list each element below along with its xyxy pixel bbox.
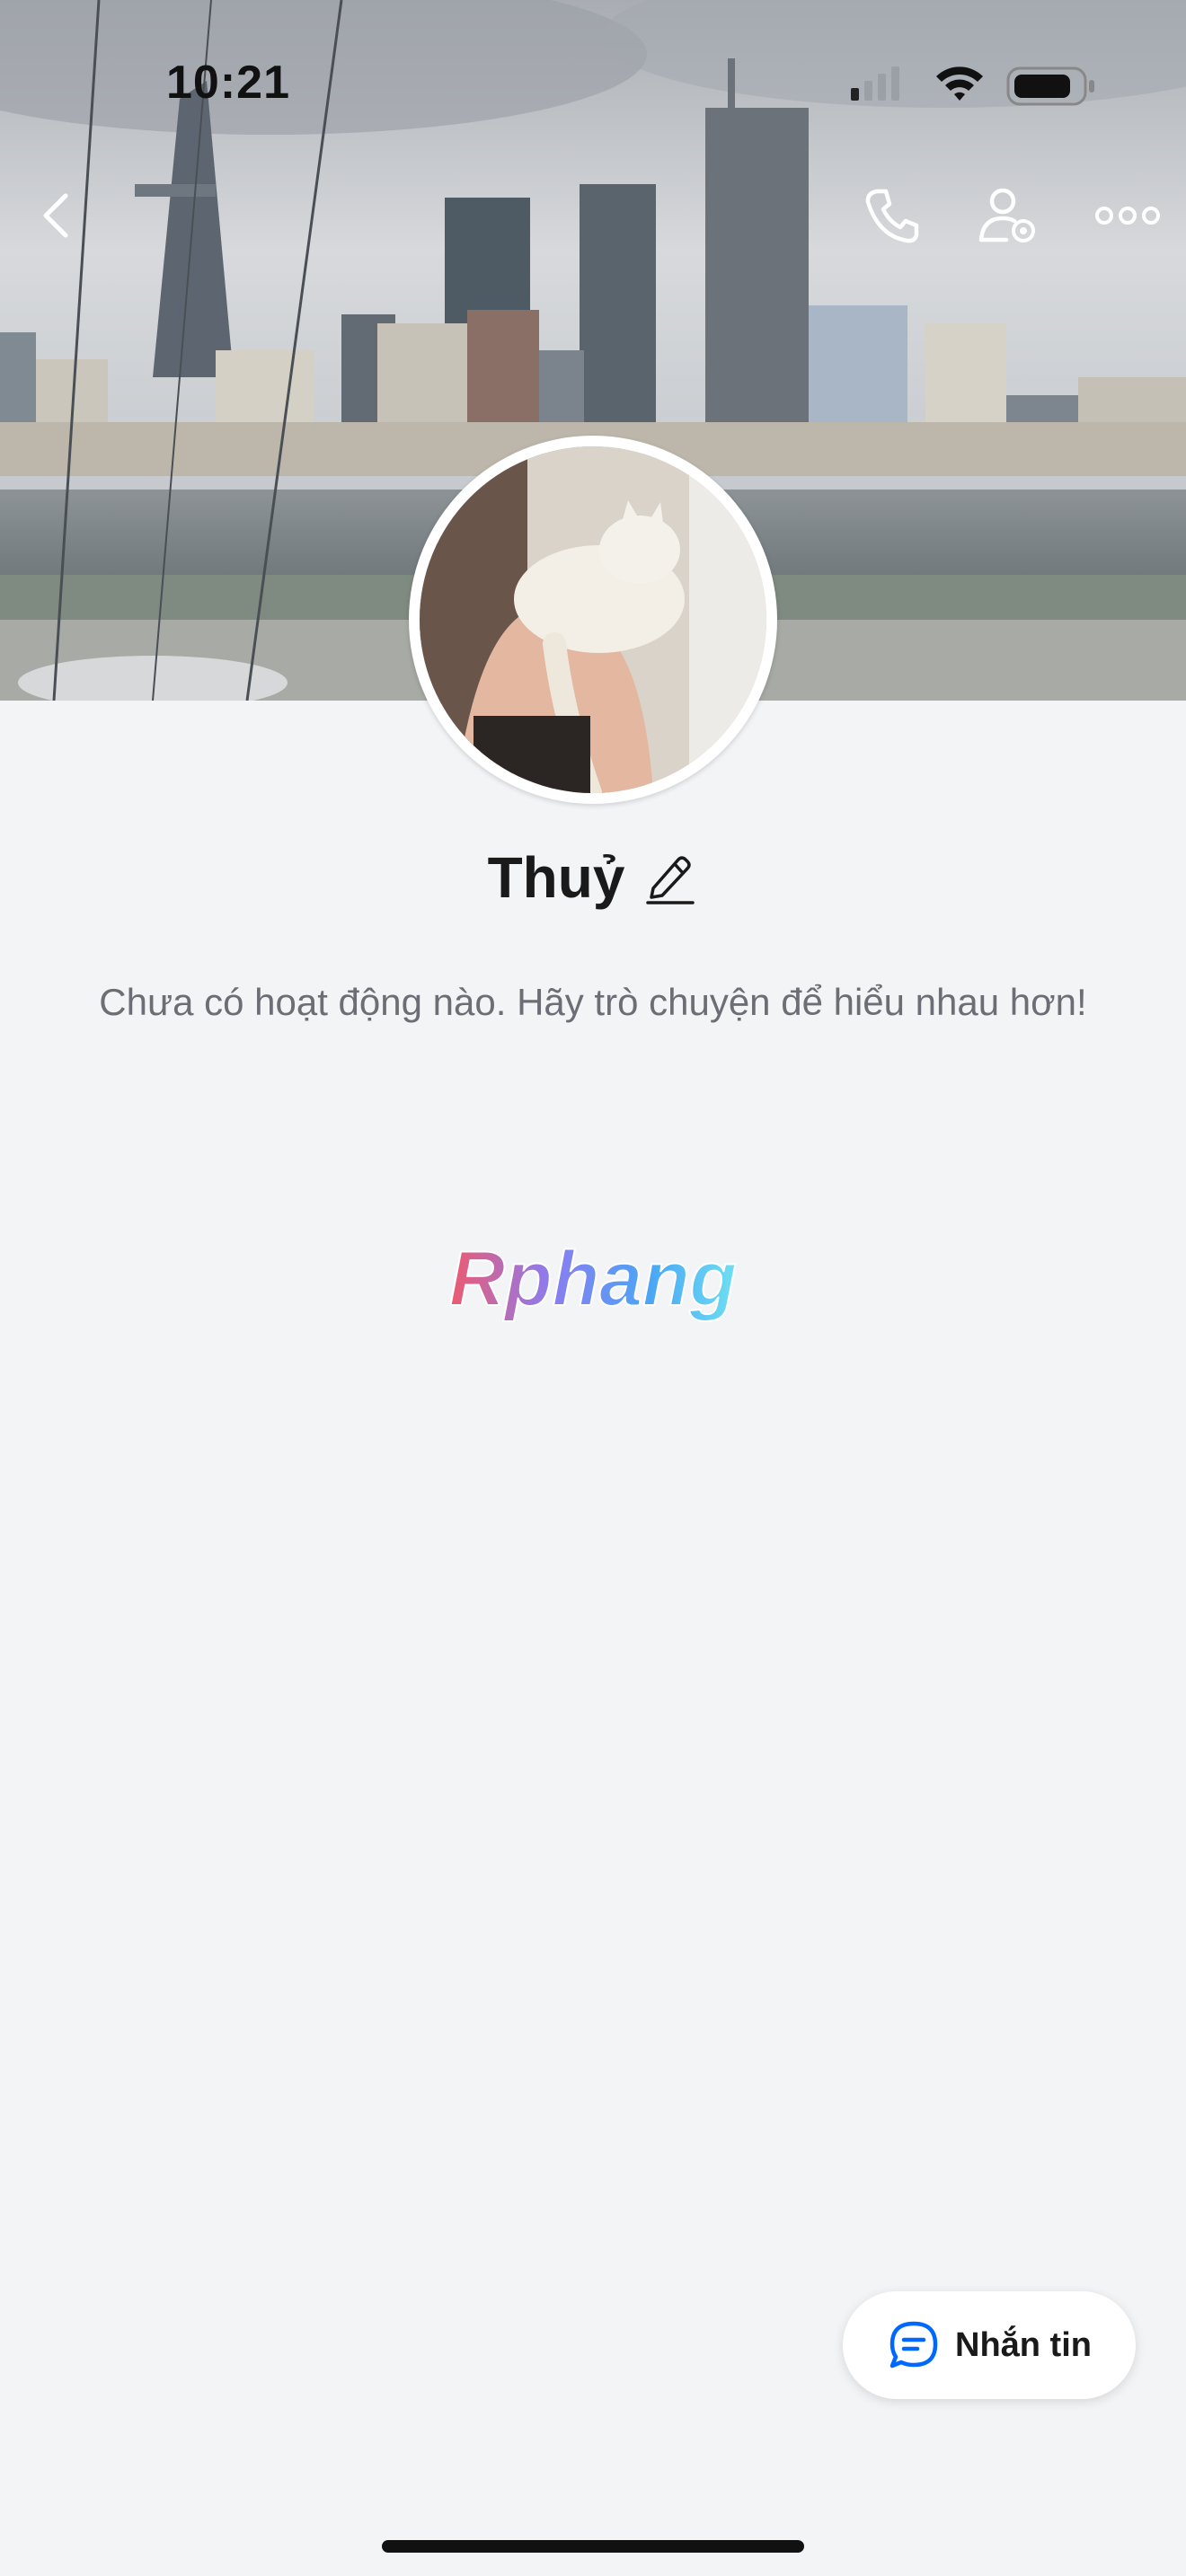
avatar[interactable] bbox=[409, 436, 777, 804]
watermark-text: Rphang bbox=[449, 1236, 737, 1322]
status-time: 10:21 bbox=[166, 57, 290, 109]
avatar-image bbox=[420, 446, 766, 793]
back-icon bbox=[43, 193, 68, 238]
more-icon bbox=[1095, 207, 1160, 225]
edit-name-button[interactable] bbox=[644, 851, 698, 904]
home-indicator[interactable] bbox=[382, 2540, 804, 2553]
watermark-logo: Rphang bbox=[448, 1235, 738, 1323]
empty-activity-message: Chưa có hoạt động nào. Hãy trò chuyện để… bbox=[99, 981, 1087, 1023]
status-icons bbox=[851, 66, 1094, 106]
pencil-icon bbox=[646, 856, 695, 904]
profile-settings-button[interactable] bbox=[969, 175, 1049, 256]
chat-bubble-icon bbox=[890, 2321, 938, 2369]
call-button[interactable] bbox=[852, 175, 933, 256]
message-button-label: Nhắn tin bbox=[955, 2325, 1092, 2364]
phone-icon bbox=[865, 189, 919, 243]
profile-name-row: Thuỷ bbox=[0, 844, 1186, 911]
back-button[interactable] bbox=[16, 175, 97, 256]
wifi-icon bbox=[936, 66, 983, 101]
message-button[interactable]: Nhắn tin bbox=[843, 2291, 1136, 2399]
more-button[interactable] bbox=[1087, 175, 1168, 256]
cellular-signal-icon bbox=[851, 66, 899, 101]
profile-name: Thuỷ bbox=[487, 845, 625, 910]
user-settings-icon bbox=[978, 188, 1035, 243]
battery-icon bbox=[1006, 66, 1094, 106]
